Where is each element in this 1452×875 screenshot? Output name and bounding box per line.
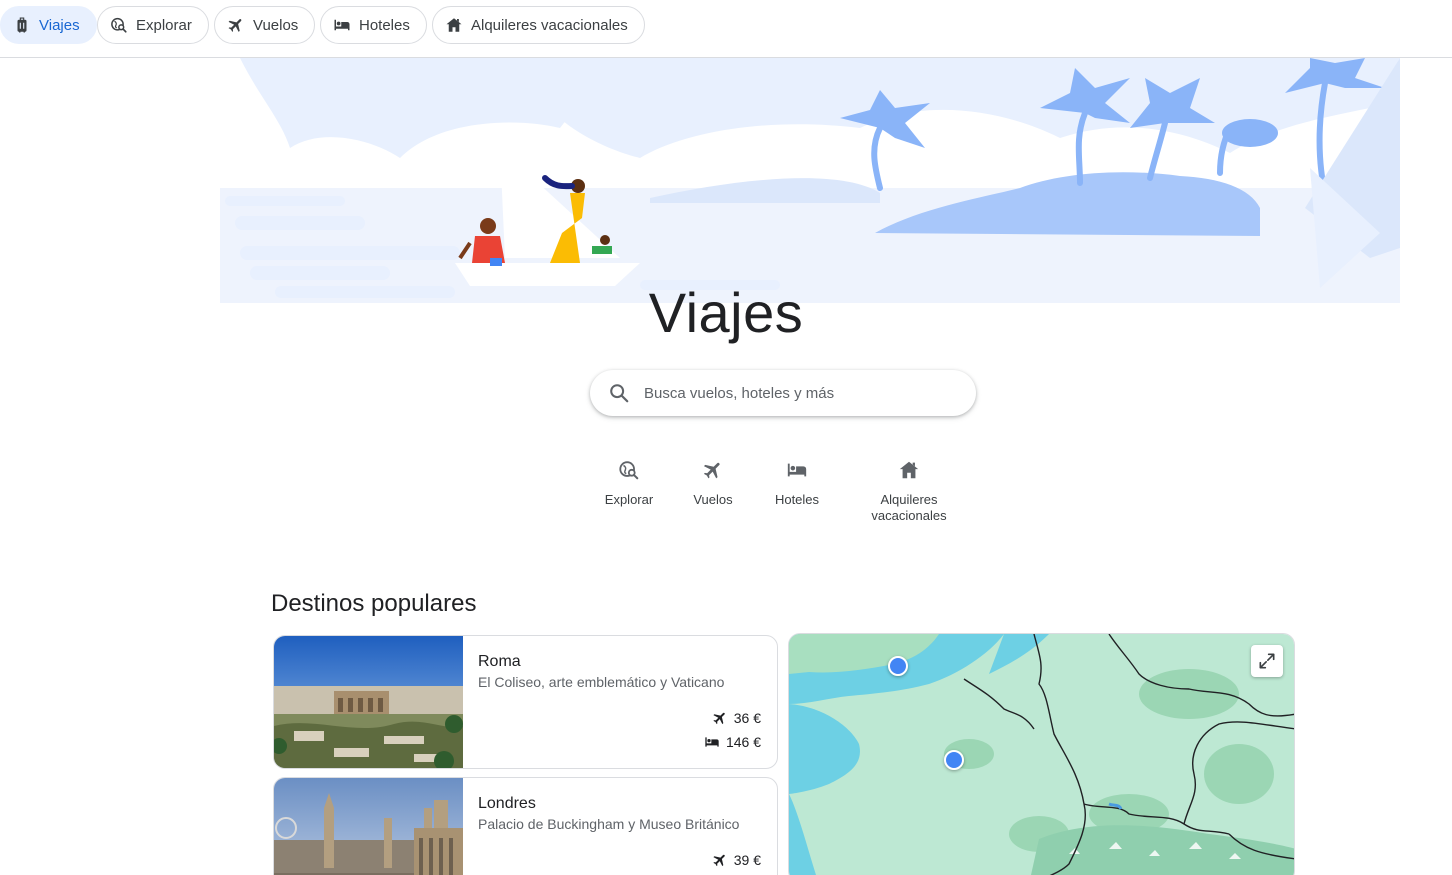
bed-icon bbox=[787, 463, 807, 477]
nav-chip-hoteles[interactable]: Hoteles bbox=[320, 6, 427, 44]
search-box[interactable] bbox=[590, 370, 976, 416]
flight-price: 36 € bbox=[712, 710, 761, 726]
top-navigation: Viajes Explorar Vuelos Hoteles Alquilere… bbox=[0, 0, 1452, 58]
destination-card-roma[interactable]: Roma El Coliseo, arte emblemático y Vati… bbox=[273, 635, 778, 769]
page-title: Viajes bbox=[648, 281, 804, 344]
hotel-price: 146 € bbox=[704, 734, 761, 750]
nav-chip-viajes[interactable]: Viajes bbox=[0, 6, 97, 44]
airplane-icon bbox=[713, 712, 725, 725]
nav-chip-label: Explorar bbox=[136, 16, 192, 34]
house-icon bbox=[899, 461, 919, 479]
quick-link-explorar[interactable]: Explorar bbox=[600, 450, 658, 508]
map-pin-londres[interactable] bbox=[888, 656, 908, 676]
airplane-icon bbox=[713, 854, 725, 867]
nav-chip-label: Viajes bbox=[39, 16, 80, 34]
nav-chip-vuelos[interactable]: Vuelos bbox=[214, 6, 316, 44]
nav-chip-explorar[interactable]: Explorar bbox=[97, 6, 209, 44]
expand-icon bbox=[1259, 653, 1275, 669]
section-title: Destinos populares bbox=[271, 590, 477, 617]
map-pin-paris[interactable] bbox=[944, 750, 964, 770]
destination-description: Palacio de Buckingham y Museo Británico bbox=[478, 816, 740, 832]
airplane-icon bbox=[228, 19, 242, 32]
quick-link-hoteles[interactable]: Hoteles bbox=[768, 450, 826, 508]
house-icon bbox=[446, 18, 462, 32]
search-icon bbox=[610, 384, 629, 403]
nav-chip-alquileres[interactable]: Alquileres vacacionales bbox=[432, 6, 645, 44]
destinations-map[interactable] bbox=[788, 633, 1295, 875]
map-canvas bbox=[789, 634, 1294, 875]
suitcase-icon bbox=[17, 17, 27, 33]
quick-link-alquileres[interactable]: Alquileres vacacionales bbox=[864, 450, 954, 524]
flight-price-value: 36 € bbox=[733, 710, 761, 726]
flight-price-value: 39 € bbox=[733, 852, 761, 868]
destination-photo bbox=[274, 778, 463, 875]
flight-price: 39 € bbox=[712, 852, 761, 868]
quick-link-label: Hoteles bbox=[774, 492, 820, 507]
destination-photo bbox=[274, 636, 463, 768]
explore-icon bbox=[619, 461, 639, 480]
nav-chip-label: Hoteles bbox=[359, 16, 410, 34]
quick-link-label-line2: vacacionales bbox=[871, 508, 947, 523]
bed-icon bbox=[334, 19, 350, 31]
destination-city: Londres bbox=[478, 795, 536, 812]
destination-card-londres[interactable]: Londres Palacio de Buckingham y Museo Br… bbox=[273, 777, 778, 875]
destination-city: Roma bbox=[478, 653, 521, 670]
quick-link-label: Vuelos bbox=[693, 492, 733, 507]
airplane-icon bbox=[703, 462, 720, 479]
quick-link-label-line1: Alquileres bbox=[880, 492, 938, 507]
quick-link-vuelos[interactable]: Vuelos bbox=[688, 450, 738, 508]
nav-chip-label: Alquileres vacacionales bbox=[471, 16, 628, 34]
map-expand-button[interactable] bbox=[1251, 645, 1283, 677]
destination-description: El Coliseo, arte emblemático y Vaticano bbox=[478, 674, 725, 690]
hotel-price-value: 146 € bbox=[725, 734, 761, 750]
nav-chip-label: Vuelos bbox=[253, 16, 299, 34]
quick-link-label: Alquileres vacacionales bbox=[871, 492, 946, 524]
search-input[interactable] bbox=[644, 384, 944, 402]
quick-link-label: Explorar bbox=[604, 492, 654, 507]
bed-icon bbox=[705, 737, 719, 747]
explore-icon bbox=[111, 17, 127, 33]
